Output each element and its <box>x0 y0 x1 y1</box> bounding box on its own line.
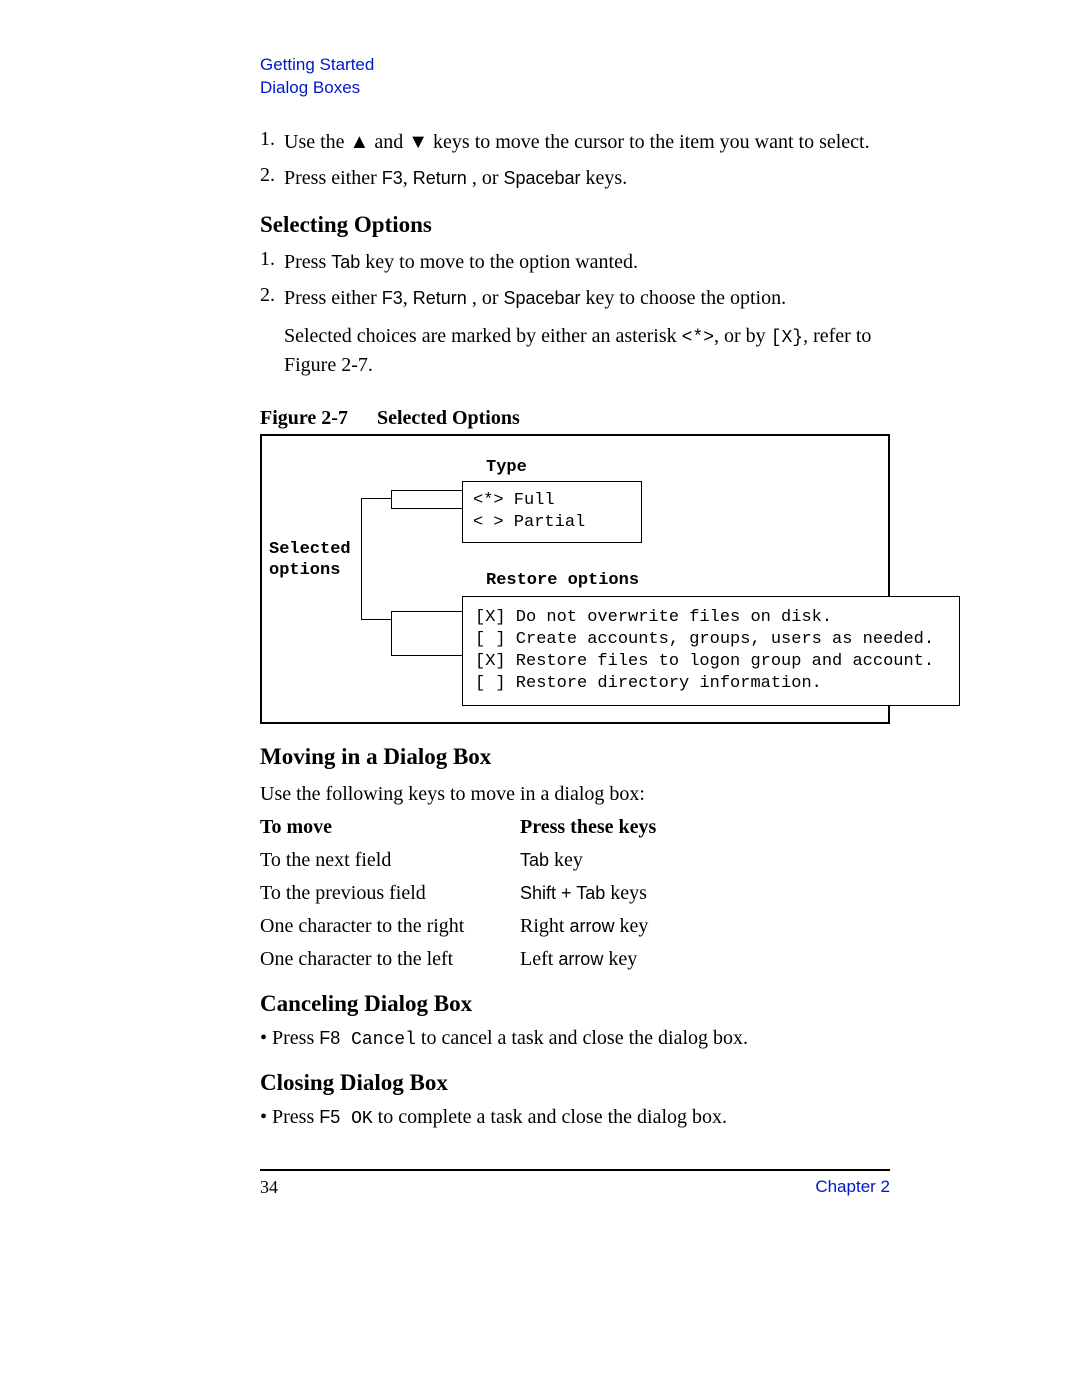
step-number: 1. <box>260 128 284 156</box>
closing-list: Press F5 OK to complete a task and close… <box>260 1106 890 1129</box>
type-option-partial: < > Partial <box>473 512 631 534</box>
step-text: Press Tab key to move to the option want… <box>284 248 890 276</box>
moving-heading: Moving in a Dialog Box <box>260 744 890 770</box>
table-row: To the previous field Shift + Tab keys <box>260 882 890 905</box>
table-row: To the next field Tab key <box>260 849 890 872</box>
breadcrumb-1[interactable]: Getting Started <box>260 54 890 77</box>
canceling-heading: Canceling Dialog Box <box>260 991 890 1017</box>
up-arrow-icon: ▲ <box>350 131 370 153</box>
restore-option: [X] Do not overwrite files on disk. <box>475 607 947 629</box>
selecting-options-heading: Selecting Options <box>260 212 890 238</box>
step-number: 2. <box>260 284 284 387</box>
figure-label: Figure 2-7 <box>260 407 372 430</box>
page-footer: 34 Chapter 2 <box>260 1177 890 1198</box>
restore-option: [ ] Create accounts, groups, users as ne… <box>475 629 947 651</box>
closing-heading: Closing Dialog Box <box>260 1070 890 1096</box>
type-heading: Type <box>486 458 527 477</box>
restore-options-box: [X] Do not overwrite files on disk. [ ] … <box>462 596 960 706</box>
moving-intro: Use the following keys to move in a dial… <box>260 780 890 808</box>
step-text: Use the ▲ and ▼ keys to move the cursor … <box>284 128 890 156</box>
breadcrumb: Getting Started Dialog Boxes <box>260 54 890 100</box>
table-row: One character to the right Right arrow k… <box>260 915 890 938</box>
restore-option: [ ] Restore directory information. <box>475 673 947 695</box>
canceling-list: Press F8 Cancel to cancel a task and clo… <box>260 1027 890 1050</box>
type-option-full: <*> Full <box>473 490 631 512</box>
restore-option: [X] Restore files to logon group and acc… <box>475 651 947 673</box>
figure-2-7: Selected options Type <*> Full < > Parti… <box>260 436 890 724</box>
figure-title: Selected Options <box>377 407 520 429</box>
type-options-box: <*> Full < > Partial <box>462 481 642 543</box>
step-number: 1. <box>260 248 284 276</box>
connector-line <box>361 498 391 620</box>
footer-rule <box>260 1169 890 1171</box>
connector-line <box>391 490 462 509</box>
key-table: To move Press these keys To the next fie… <box>260 816 890 971</box>
restore-heading: Restore options <box>486 571 639 590</box>
page-number: 34 <box>260 1177 278 1198</box>
table-header: Press these keys <box>520 816 890 839</box>
figure-caption: Figure 2-7 Selected Options <box>260 407 890 436</box>
breadcrumb-2[interactable]: Dialog Boxes <box>260 77 890 100</box>
figure-side-label: Selected options <box>269 539 351 582</box>
step-note: Selected choices are marked by either an… <box>284 322 890 379</box>
table-header: To move <box>260 816 520 839</box>
step-text: Press either F3, Return , or Spacebar ke… <box>284 284 890 387</box>
down-arrow-icon: ▼ <box>408 131 428 153</box>
step-text: Press either F3, Return , or Spacebar ke… <box>284 164 890 192</box>
step-number: 2. <box>260 164 284 192</box>
intro-steps: 1. Use the ▲ and ▼ keys to move the curs… <box>260 128 890 192</box>
chapter-link[interactable]: Chapter 2 <box>815 1177 890 1198</box>
connector-line <box>391 611 462 656</box>
list-item: Press F5 OK to complete a task and close… <box>260 1106 890 1129</box>
list-item: Press F8 Cancel to cancel a task and clo… <box>260 1027 890 1050</box>
selecting-steps: 1. Press Tab key to move to the option w… <box>260 248 890 387</box>
table-row: One character to the left Left arrow key <box>260 948 890 971</box>
